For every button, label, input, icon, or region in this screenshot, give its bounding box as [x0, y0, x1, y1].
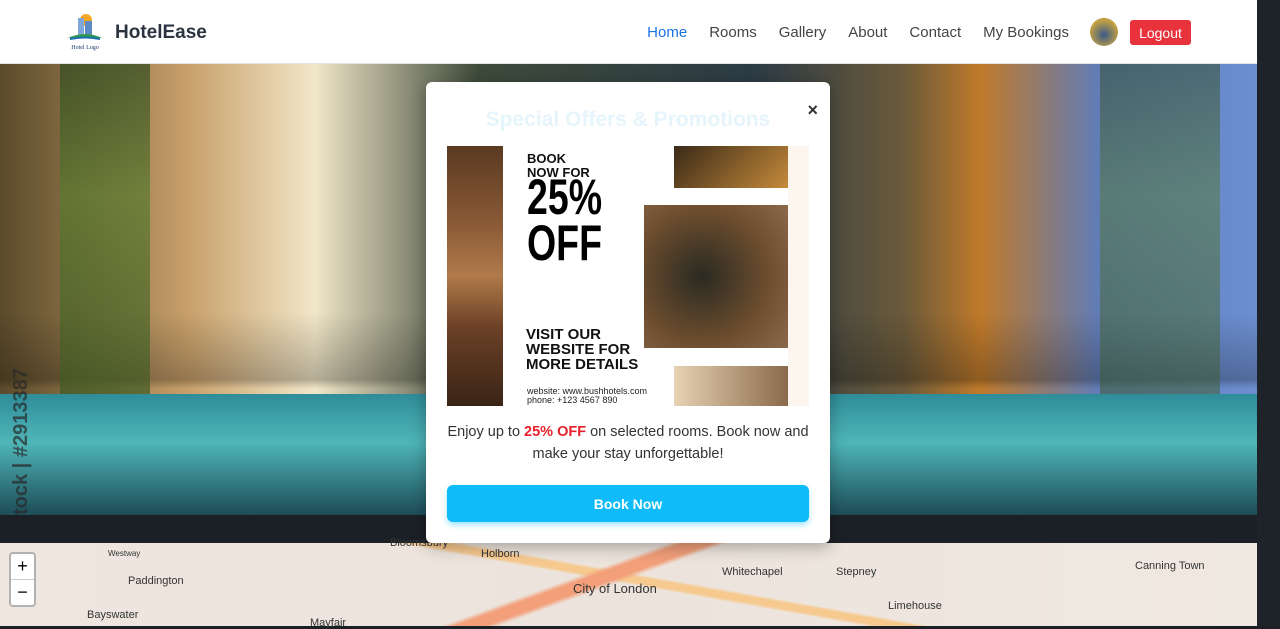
nav-rooms[interactable]: Rooms	[709, 24, 757, 41]
user-avatar[interactable]	[1090, 18, 1118, 46]
palm-tree	[1100, 64, 1220, 394]
promo-bg	[788, 146, 809, 406]
map-zoom-control: + −	[9, 552, 36, 607]
promo-modal: Special Offers & Promotions × BOOK NOW F…	[426, 82, 830, 543]
promo-photo-table	[674, 146, 788, 188]
palm-tree	[60, 64, 150, 394]
hotel-logo[interactable]: Hotel Logo	[64, 12, 106, 52]
promo-contact: website: www.bushhotels.com phone: +123 …	[527, 387, 647, 405]
close-icon[interactable]: ×	[807, 100, 818, 121]
desc-highlight: 25% OFF	[524, 424, 587, 440]
promo-discount-text: 25% OFF	[527, 169, 603, 271]
desc-text: Enjoy up to	[447, 424, 525, 440]
book-now-button[interactable]: Book Now	[447, 485, 809, 522]
promo-phone: phone: +123 4567 890	[527, 395, 618, 405]
scrollbar[interactable]	[1257, 0, 1280, 626]
promo-visit-text: VISIT OUR WEBSITE FOR MORE DETAILS	[526, 326, 639, 373]
promo-photo-interior	[674, 366, 788, 406]
map-label: Whitechapel	[722, 566, 783, 578]
promo-description: Enjoy up to 25% OFF on selected rooms. B…	[446, 421, 810, 465]
nav-my-bookings[interactable]: My Bookings	[983, 24, 1069, 41]
map-label: Stepney	[836, 566, 877, 578]
modal-title: Special Offers & Promotions	[485, 108, 771, 131]
promo-banner-image: BOOK NOW FOR 25% OFF VISIT OUR WEBSITE F…	[447, 146, 809, 406]
map-label: Westway	[108, 549, 141, 558]
map-label: Mayfair	[310, 617, 347, 629]
map-label: City of London	[573, 581, 657, 596]
promo-photo-villa	[447, 146, 503, 406]
logout-button[interactable]: Logout	[1130, 20, 1191, 45]
nav-links: Home Rooms Gallery About Contact My Book…	[647, 24, 1069, 41]
nav-about[interactable]: About	[848, 24, 887, 41]
nav-gallery[interactable]: Gallery	[779, 24, 827, 41]
stock-watermark: tock | #2913387	[10, 368, 32, 515]
zoom-in-button[interactable]: +	[11, 554, 34, 580]
nav-home[interactable]: Home	[647, 24, 687, 41]
zoom-out-button[interactable]: −	[11, 580, 34, 605]
svg-text:Hotel Logo: Hotel Logo	[71, 45, 99, 51]
navbar: Hotel Logo HotelEase Home Rooms Gallery …	[0, 0, 1257, 64]
map-label: Holborn	[481, 548, 520, 560]
map-label: Canning Town	[1135, 560, 1205, 572]
map-label: Bayswater	[87, 609, 139, 621]
promo-photo-food	[644, 205, 788, 348]
nav-contact[interactable]: Contact	[909, 24, 961, 41]
location-map[interactable]: Bloomsbury Holborn Paddington Bayswater …	[0, 537, 1257, 629]
map-label: Limehouse	[888, 600, 942, 612]
brand-name[interactable]: HotelEase	[115, 22, 207, 44]
map-label: Paddington	[128, 575, 184, 587]
